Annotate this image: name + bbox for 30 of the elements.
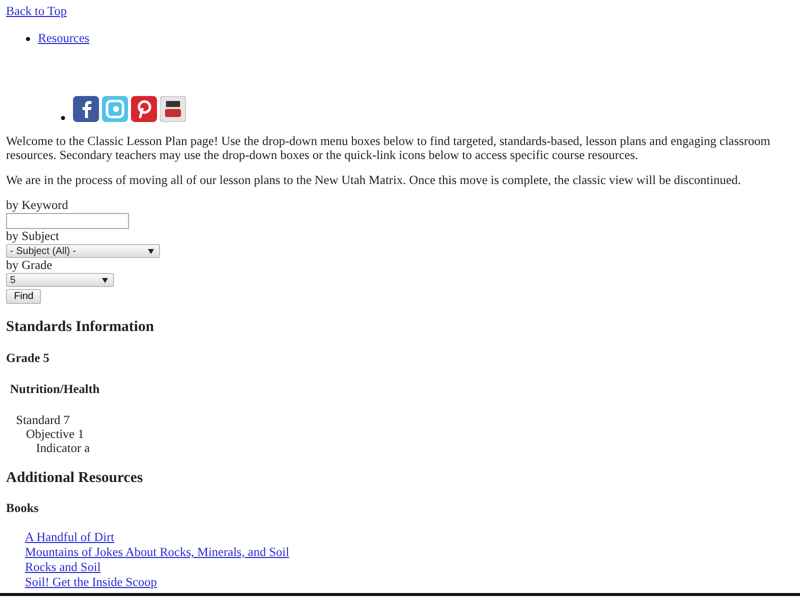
- section-heading: Additional Resources: [6, 469, 144, 487]
- area-heading: Nutrition/Health: [9, 382, 101, 397]
- book-link[interactable]: Rocks and Soil: [25, 560, 794, 575]
- subject-label: by Subject: [6, 229, 60, 244]
- intro-paragraph: We are in the process of moving all of our lesson plans to the New Utah Matrix. Once this move is complete, the classic view will be discontinued.: [6, 173, 742, 187]
- book-link[interactable]: Soil! Get the Inside Scoop: [25, 575, 794, 590]
- pin-icon[interactable]: [131, 96, 157, 122]
- section-heading: Standards Information: [6, 318, 155, 336]
- grade-heading: Grade 5: [6, 351, 50, 366]
- grade-select[interactable]: 5: [6, 273, 114, 287]
- find-button[interactable]: Find: [6, 289, 42, 304]
- video-icon[interactable]: [160, 96, 186, 122]
- book-link[interactable]: Mountains of Jokes About Rocks, Minerals, and Soil: [25, 545, 794, 560]
- nav-link[interactable]: Resources: [38, 31, 90, 46]
- standard-tree-item: Indicator a: [35, 441, 91, 455]
- standard-tree-item: Objective 1: [25, 427, 85, 441]
- back-to-top-link[interactable]: Back to Top: [6, 4, 67, 18]
- facebook-icon[interactable]: [73, 96, 99, 122]
- keyword-label: by Keyword: [6, 198, 70, 213]
- subject-select[interactable]: - Subject (All) -: [6, 244, 160, 258]
- caret-icon: [102, 278, 108, 282]
- book-link[interactable]: A Handful of Dirt: [25, 530, 794, 545]
- bullet-icon: [61, 116, 65, 120]
- keyword-input[interactable]: [6, 213, 129, 229]
- caret-icon: [148, 248, 154, 254]
- grade-label: by Grade: [6, 258, 54, 273]
- intro-paragraph: Welcome to the Classic Lesson Plan page! Use the drop-down menu boxes below to find targeted, standards-based, lesson plans and engaging classroom resources. Secondary teachers may use the drop-down boxes or the quick-link icons below to access specific course resources.: [6, 134, 772, 162]
- books-heading: Books: [6, 501, 40, 516]
- standard-tree-item: Standard 7: [15, 413, 71, 427]
- bullet-icon: [26, 36, 30, 40]
